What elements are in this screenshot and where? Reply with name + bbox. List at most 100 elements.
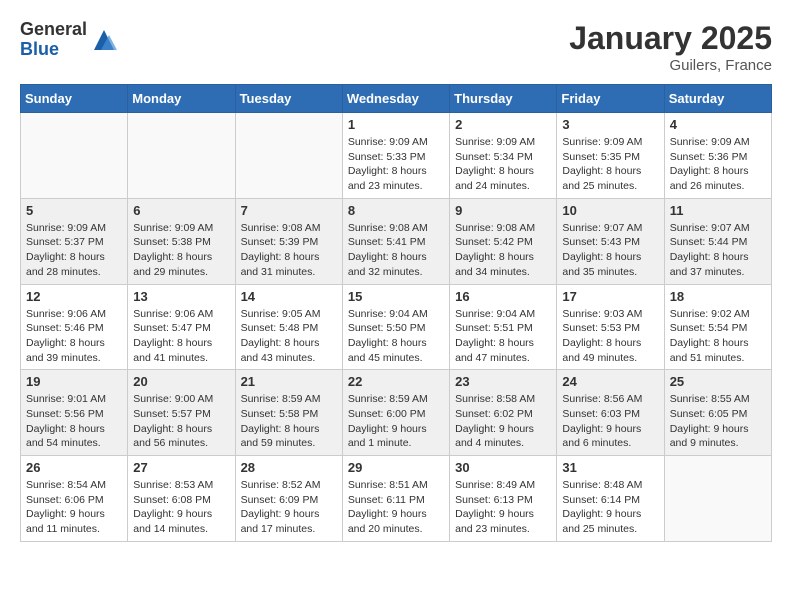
calendar-cell — [235, 113, 342, 199]
calendar-week-5: 26Sunrise: 8:54 AM Sunset: 6:06 PM Dayli… — [21, 456, 772, 542]
weekday-header-tuesday: Tuesday — [235, 85, 342, 113]
day-info: Sunrise: 9:09 AM Sunset: 5:37 PM Dayligh… — [26, 221, 122, 280]
calendar-table: SundayMondayTuesdayWednesdayThursdayFrid… — [20, 84, 772, 542]
weekday-header-sunday: Sunday — [21, 85, 128, 113]
day-info: Sunrise: 9:09 AM Sunset: 5:36 PM Dayligh… — [670, 135, 766, 194]
calendar-body: 1 Sunrise: 9:09 AM Sunset: 5:33 PM Daylig… — [21, 113, 772, 542]
logo-general-text: General — [20, 20, 87, 40]
calendar-cell: 20 Sunrise: 9:00 AM Sunset: 5:57 PM Dayli… — [128, 370, 235, 456]
day-number: 30 — [455, 460, 551, 475]
logo-icon — [89, 25, 119, 55]
calendar-cell: 19Sunrise: 9:01 AM Sunset: 5:56 PM Dayli… — [21, 370, 128, 456]
day-number: 8 — [348, 203, 444, 218]
calendar-cell: 26Sunrise: 8:54 AM Sunset: 6:06 PM Dayli… — [21, 456, 128, 542]
weekday-header-thursday: Thursday — [450, 85, 557, 113]
day-info: Sunrise: 8:55 AM Sunset: 6:05 PM Dayligh… — [670, 392, 766, 451]
month-title: January 2025 — [569, 20, 772, 57]
weekday-header-row: SundayMondayTuesdayWednesdayThursdayFrid… — [21, 85, 772, 113]
day-info: Sunrise: 8:54 AM Sunset: 6:06 PM Dayligh… — [26, 478, 122, 537]
calendar-cell: 17Sunrise: 9:03 AM Sunset: 5:53 PM Dayli… — [557, 284, 664, 370]
day-info: Sunrise: 9:06 AM Sunset: 5:46 PM Dayligh… — [26, 307, 122, 366]
day-info: Sunrise: 8:56 AM Sunset: 6:03 PM Dayligh… — [562, 392, 658, 451]
calendar-cell: 4 Sunrise: 9:09 AM Sunset: 5:36 PM Daylig… — [664, 113, 771, 199]
day-number: 12 — [26, 289, 122, 304]
calendar-cell: 21Sunrise: 8:59 AM Sunset: 5:58 PM Dayli… — [235, 370, 342, 456]
calendar-cell: 2Sunrise: 9:09 AM Sunset: 5:34 PM Daylig… — [450, 113, 557, 199]
calendar-cell: 12 Sunrise: 9:06 AM Sunset: 5:46 PM Dayli… — [21, 284, 128, 370]
day-number: 1 — [348, 117, 444, 132]
calendar-cell: 23 Sunrise: 8:58 AM Sunset: 6:02 PM Dayli… — [450, 370, 557, 456]
day-number: 16 — [455, 289, 551, 304]
calendar-cell: 10 Sunrise: 9:07 AM Sunset: 5:43 PM Dayli… — [557, 198, 664, 284]
calendar-header: SundayMondayTuesdayWednesdayThursdayFrid… — [21, 85, 772, 113]
calendar-cell: 16 Sunrise: 9:04 AM Sunset: 5:51 PM Dayli… — [450, 284, 557, 370]
calendar-week-2: 5 Sunrise: 9:09 AM Sunset: 5:37 PM Daylig… — [21, 198, 772, 284]
day-info: Sunrise: 9:05 AM Sunset: 5:48 PM Dayligh… — [241, 307, 337, 366]
day-number: 29 — [348, 460, 444, 475]
logo-blue-text: Blue — [20, 40, 87, 60]
day-info: Sunrise: 8:49 AM Sunset: 6:13 PM Dayligh… — [455, 478, 551, 537]
calendar-cell: 29 Sunrise: 8:51 AM Sunset: 6:11 PM Dayli… — [342, 456, 449, 542]
calendar-cell: 3 Sunrise: 9:09 AM Sunset: 5:35 PM Daylig… — [557, 113, 664, 199]
weekday-header-wednesday: Wednesday — [342, 85, 449, 113]
day-info: Sunrise: 9:07 AM Sunset: 5:44 PM Dayligh… — [670, 221, 766, 280]
calendar-cell — [128, 113, 235, 199]
calendar-cell: 18Sunrise: 9:02 AM Sunset: 5:54 PM Dayli… — [664, 284, 771, 370]
calendar-cell: 14Sunrise: 9:05 AM Sunset: 5:48 PM Dayli… — [235, 284, 342, 370]
day-number: 27 — [133, 460, 229, 475]
day-info: Sunrise: 9:03 AM Sunset: 5:53 PM Dayligh… — [562, 307, 658, 366]
day-info: Sunrise: 9:07 AM Sunset: 5:43 PM Dayligh… — [562, 221, 658, 280]
logo: General Blue — [20, 20, 119, 60]
day-number: 13 — [133, 289, 229, 304]
calendar-cell: 9Sunrise: 9:08 AM Sunset: 5:42 PM Daylig… — [450, 198, 557, 284]
day-number: 22 — [348, 374, 444, 389]
calendar-week-3: 12 Sunrise: 9:06 AM Sunset: 5:46 PM Dayli… — [21, 284, 772, 370]
weekday-header-friday: Friday — [557, 85, 664, 113]
title-section: January 2025 Guilers, France — [569, 20, 772, 74]
day-info: Sunrise: 9:01 AM Sunset: 5:56 PM Dayligh… — [26, 392, 122, 451]
day-info: Sunrise: 9:00 AM Sunset: 5:57 PM Dayligh… — [133, 392, 229, 451]
page-header: General Blue January 2025 Guilers, Franc… — [20, 20, 772, 74]
calendar-cell: 31Sunrise: 8:48 AM Sunset: 6:14 PM Dayli… — [557, 456, 664, 542]
day-number: 28 — [241, 460, 337, 475]
day-info: Sunrise: 9:04 AM Sunset: 5:51 PM Dayligh… — [455, 307, 551, 366]
day-number: 15 — [348, 289, 444, 304]
day-info: Sunrise: 9:08 AM Sunset: 5:42 PM Dayligh… — [455, 221, 551, 280]
day-number: 5 — [26, 203, 122, 218]
day-info: Sunrise: 9:09 AM Sunset: 5:35 PM Dayligh… — [562, 135, 658, 194]
day-number: 10 — [562, 203, 658, 218]
day-number: 2 — [455, 117, 551, 132]
calendar-cell: 13Sunrise: 9:06 AM Sunset: 5:47 PM Dayli… — [128, 284, 235, 370]
calendar-cell: 25 Sunrise: 8:55 AM Sunset: 6:05 PM Dayli… — [664, 370, 771, 456]
weekday-header-monday: Monday — [128, 85, 235, 113]
day-number: 23 — [455, 374, 551, 389]
day-number: 25 — [670, 374, 766, 389]
day-number: 4 — [670, 117, 766, 132]
day-info: Sunrise: 8:51 AM Sunset: 6:11 PM Dayligh… — [348, 478, 444, 537]
calendar-week-4: 19Sunrise: 9:01 AM Sunset: 5:56 PM Dayli… — [21, 370, 772, 456]
day-info: Sunrise: 8:59 AM Sunset: 6:00 PM Dayligh… — [348, 392, 444, 451]
day-number: 21 — [241, 374, 337, 389]
calendar-cell: 6Sunrise: 9:09 AM Sunset: 5:38 PM Daylig… — [128, 198, 235, 284]
calendar-cell — [21, 113, 128, 199]
day-info: Sunrise: 9:02 AM Sunset: 5:54 PM Dayligh… — [670, 307, 766, 366]
day-info: Sunrise: 8:52 AM Sunset: 6:09 PM Dayligh… — [241, 478, 337, 537]
day-number: 31 — [562, 460, 658, 475]
calendar-cell: 15 Sunrise: 9:04 AM Sunset: 5:50 PM Dayli… — [342, 284, 449, 370]
calendar-cell: 28 Sunrise: 8:52 AM Sunset: 6:09 PM Dayli… — [235, 456, 342, 542]
day-info: Sunrise: 8:58 AM Sunset: 6:02 PM Dayligh… — [455, 392, 551, 451]
calendar-cell: 5 Sunrise: 9:09 AM Sunset: 5:37 PM Daylig… — [21, 198, 128, 284]
calendar-cell: 11Sunrise: 9:07 AM Sunset: 5:44 PM Dayli… — [664, 198, 771, 284]
calendar-week-1: 1 Sunrise: 9:09 AM Sunset: 5:33 PM Daylig… — [21, 113, 772, 199]
day-info: Sunrise: 9:08 AM Sunset: 5:41 PM Dayligh… — [348, 221, 444, 280]
calendar-cell: 30 Sunrise: 8:49 AM Sunset: 6:13 PM Dayli… — [450, 456, 557, 542]
day-info: Sunrise: 9:09 AM Sunset: 5:33 PM Dayligh… — [348, 135, 444, 194]
day-info: Sunrise: 8:53 AM Sunset: 6:08 PM Dayligh… — [133, 478, 229, 537]
location: Guilers, France — [569, 57, 772, 74]
day-number: 20 — [133, 374, 229, 389]
day-info: Sunrise: 9:04 AM Sunset: 5:50 PM Dayligh… — [348, 307, 444, 366]
calendar-cell: 8 Sunrise: 9:08 AM Sunset: 5:41 PM Daylig… — [342, 198, 449, 284]
day-number: 3 — [562, 117, 658, 132]
day-info: Sunrise: 9:08 AM Sunset: 5:39 PM Dayligh… — [241, 221, 337, 280]
day-number: 6 — [133, 203, 229, 218]
